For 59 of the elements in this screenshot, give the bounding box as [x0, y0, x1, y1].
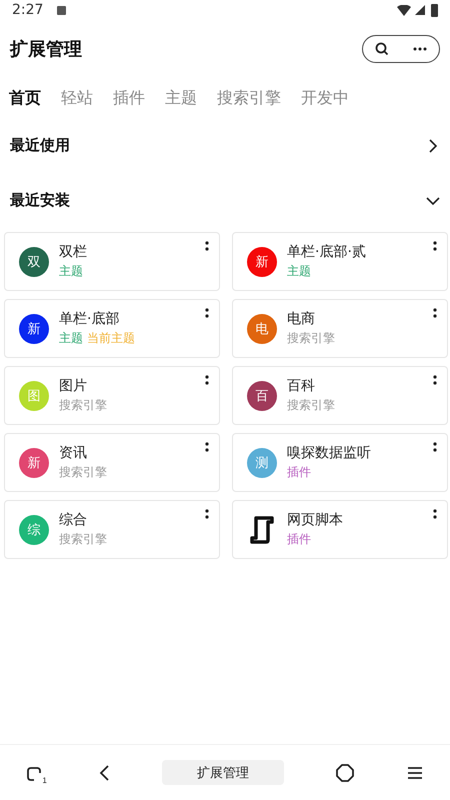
extension-tag: 搜索引擎: [287, 397, 335, 414]
wifi-icon: [397, 4, 411, 16]
letter-icon: 百: [247, 380, 277, 410]
extension-card[interactable]: 综 综合 搜索引擎: [4, 500, 220, 559]
extension-tag: 主题: [59, 330, 83, 347]
extension-name: 资讯: [59, 444, 88, 462]
tab[interactable]: 插件: [113, 88, 145, 108]
tab[interactable]: 首页: [9, 88, 41, 108]
extension-card[interactable]: 图 图片 搜索引擎: [4, 366, 220, 425]
extension-card[interactable]: 测 嗅探数据监听 插件: [232, 433, 448, 492]
extension-tag: 搜索引擎: [59, 464, 107, 481]
extension-tag: 搜索引擎: [287, 330, 335, 347]
page-title: 扩展管理: [10, 38, 82, 61]
extension-tag: 插件: [287, 464, 311, 481]
letter-icon: 新: [19, 448, 49, 478]
section-header[interactable]: 最近使用: [0, 118, 450, 173]
letter-icon: 新: [19, 314, 49, 344]
extension-name: 单栏·底部: [59, 310, 120, 328]
signal-icon: [415, 5, 425, 15]
extension-card[interactable]: 网页脚本 插件: [232, 500, 448, 559]
letter-icon: 综: [19, 514, 49, 544]
tab[interactable]: 轻站: [61, 88, 93, 108]
extension-name: 电商: [287, 310, 316, 328]
letter-icon: 双: [19, 246, 49, 276]
tab[interactable]: 主题: [165, 88, 197, 108]
extension-tag: 搜索引擎: [59, 531, 107, 548]
extension-card[interactable]: 新 单栏·底部·贰 主题: [232, 232, 448, 291]
extension-tag: 搜索引擎: [59, 397, 107, 414]
extension-tag: 主题: [287, 263, 311, 280]
home-icon[interactable]: [334, 762, 356, 784]
letter-icon: 电: [247, 314, 277, 344]
extension-card[interactable]: 新 单栏·底部 主题 当前主题: [4, 299, 220, 358]
extension-name: 综合: [59, 511, 88, 529]
extension-name: 嗅探数据监听: [287, 444, 371, 462]
extension-card[interactable]: 双 双栏 主题: [4, 232, 220, 291]
extension-card[interactable]: 百 百科 搜索引擎: [232, 366, 448, 425]
extension-card[interactable]: 电 电商 搜索引擎: [232, 299, 448, 358]
letter-icon: 新: [247, 246, 277, 276]
extension-name: 百科: [287, 377, 316, 395]
extension-tag: 主题: [59, 263, 83, 280]
extension-name: 双栏: [59, 243, 87, 261]
search-icon[interactable]: [373, 40, 391, 58]
extension-name: 单栏·底部·贰: [287, 243, 366, 261]
extension-card[interactable]: 新 资讯 搜索引擎: [4, 433, 220, 492]
extension-name: 图片: [59, 377, 88, 395]
status-time: 2:27: [12, 2, 44, 18]
section-header[interactable]: 最近安装: [0, 173, 450, 228]
notification-icon: [57, 6, 66, 14]
more-icon[interactable]: [411, 45, 429, 53]
extension-tag: 插件: [287, 531, 311, 548]
extension-tag: 当前主题: [87, 330, 135, 347]
extension-name: 网页脚本: [287, 511, 343, 529]
tab[interactable]: 开发中: [301, 88, 349, 108]
page-title-chip[interactable]: 扩展管理: [162, 760, 284, 785]
battery-icon: [431, 4, 438, 16]
tab[interactable]: 搜索引擎: [217, 88, 281, 108]
letter-icon: 测: [247, 448, 277, 478]
letter-icon: 图: [19, 380, 49, 410]
script-icon: [249, 516, 275, 544]
